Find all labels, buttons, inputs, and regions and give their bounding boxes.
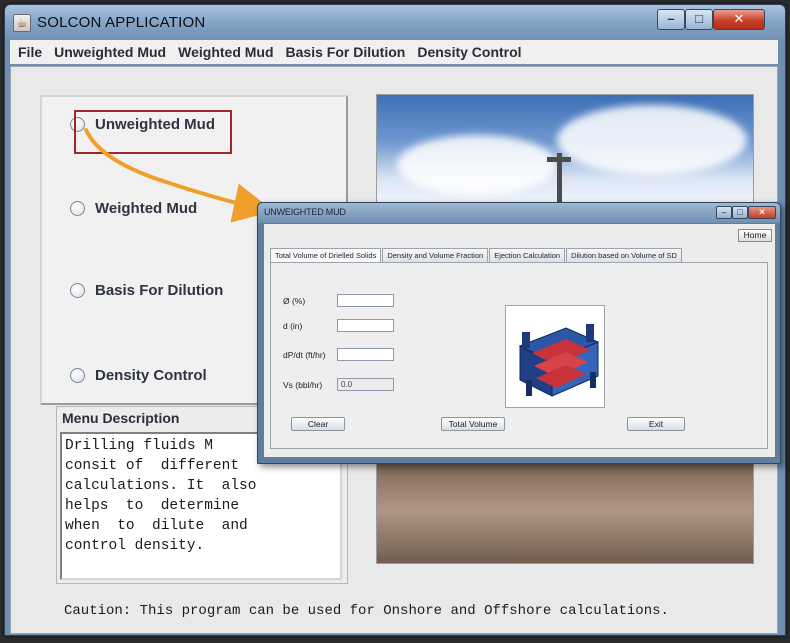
tab-dilution-volume-sd[interactable]: Dilution based on Volume of SD (566, 248, 682, 263)
home-button[interactable]: Home (738, 229, 772, 242)
field-label-dpdt: dP/dt (ft/hr) (283, 350, 326, 360)
exit-button[interactable]: Exit (627, 417, 685, 431)
clear-button[interactable]: Clear (291, 417, 345, 431)
total-volume-button[interactable]: Total Volume (441, 417, 505, 431)
vs-output: 0.0 (337, 378, 394, 391)
tab-strip: Total Volume of Drielled Solids Density … (270, 248, 768, 263)
child-minimize-button[interactable]: – (716, 206, 732, 219)
child-window-title: UNWEIGHTED MUD (264, 207, 346, 217)
shale-shaker-icon (518, 324, 600, 397)
field-label-d: d (in) (283, 321, 303, 331)
shale-shaker-image (505, 305, 605, 408)
tab-ejection-calculation[interactable]: Ejection Calculation (489, 248, 566, 263)
child-maximize-button[interactable]: □ (732, 206, 748, 219)
unweighted-mud-window: UNWEIGHTED MUD – □ ✕ Home Total Volume o… (257, 202, 781, 464)
child-body: Home Total Volume of Drielled Solids Den… (264, 224, 775, 457)
tab-panel: Ø (%) d (in) dP/dt (ft/hr) Vs (bbl/hr) 0… (270, 262, 768, 449)
phi-input[interactable] (337, 294, 394, 307)
dpdt-input[interactable] (337, 348, 394, 361)
tab-total-volume[interactable]: Total Volume of Drielled Solids (270, 248, 382, 263)
child-title-bar[interactable]: UNWEIGHTED MUD – □ ✕ (258, 203, 780, 223)
child-close-button[interactable]: ✕ (748, 206, 776, 219)
tab-density-volume-fraction[interactable]: Density and Volume Fraction (382, 248, 489, 263)
field-label-vs: Vs (bbl/hr) (283, 380, 323, 390)
field-label-phi: Ø (%) (283, 296, 306, 306)
d-input[interactable] (337, 319, 394, 332)
